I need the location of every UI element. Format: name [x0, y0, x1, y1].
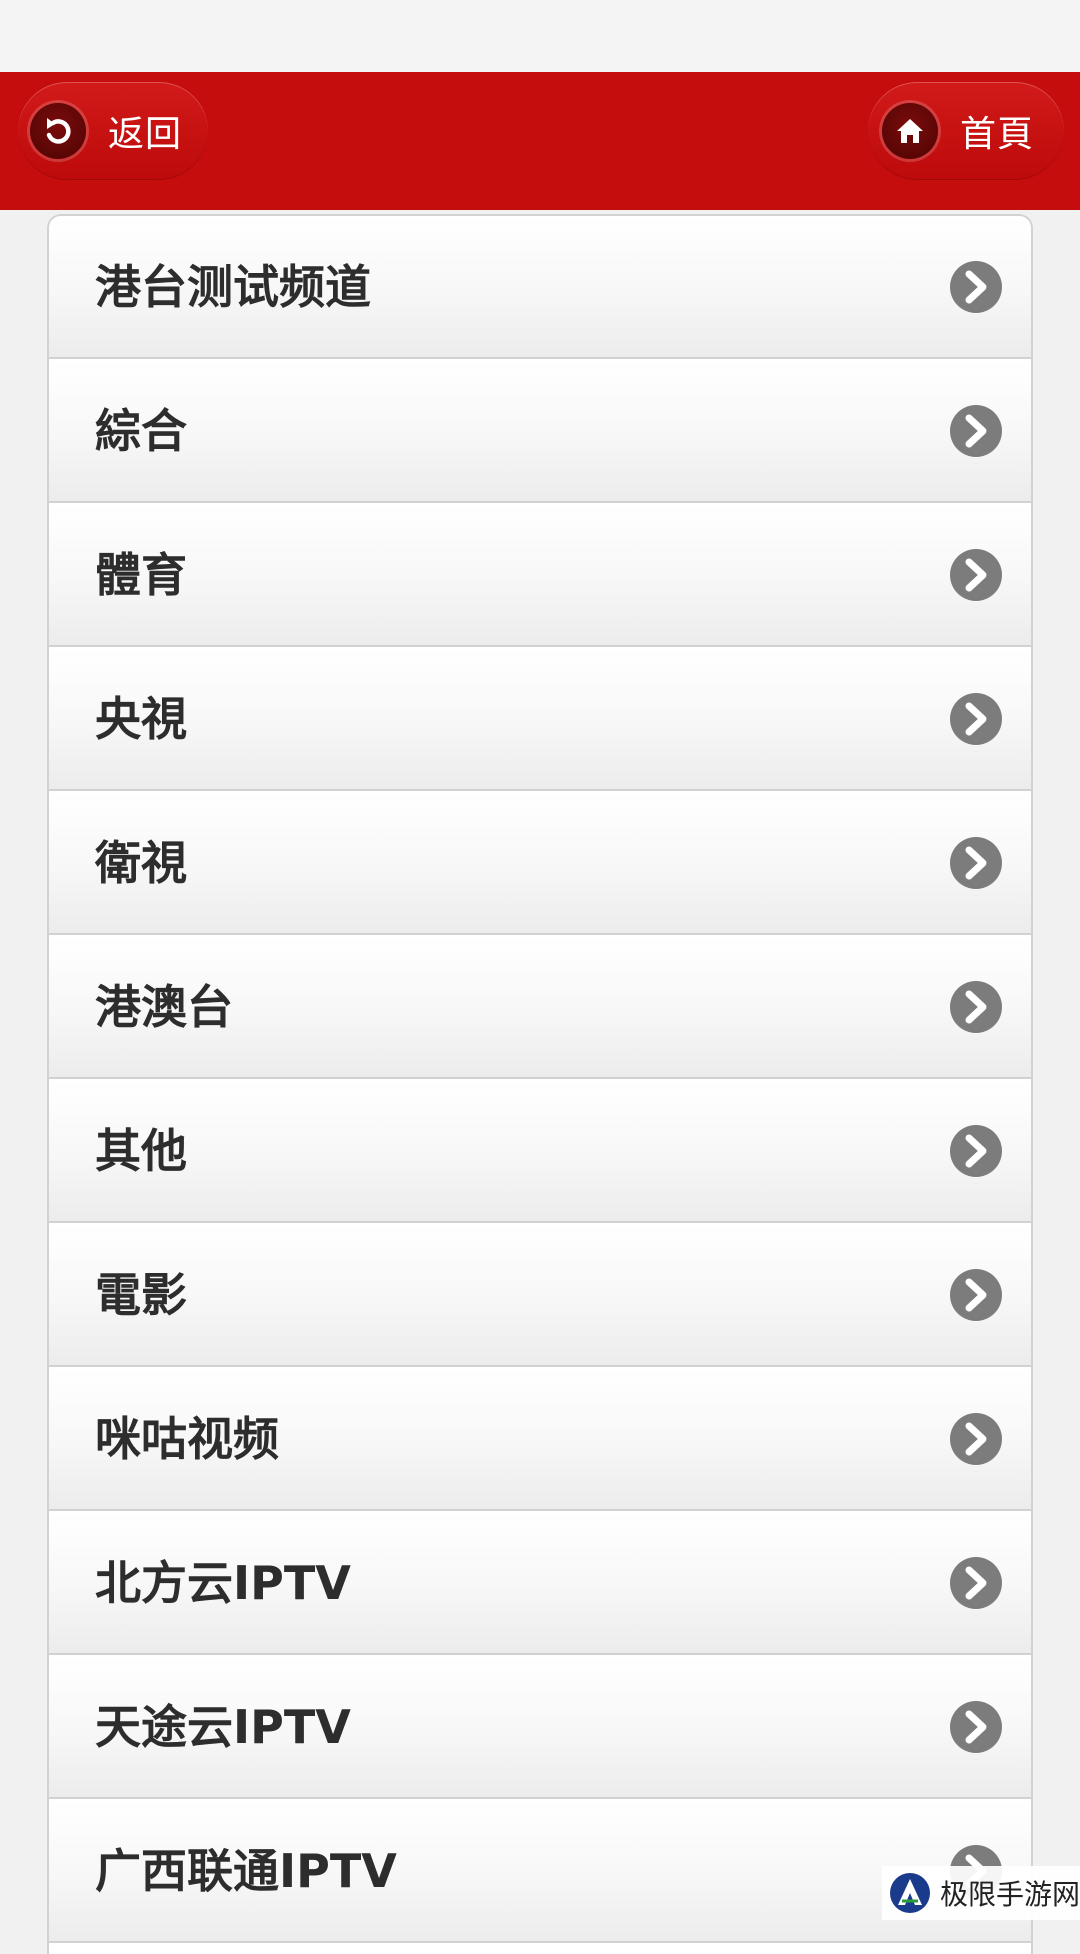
- list-item-label: 广西联通IPTV: [95, 1844, 397, 1898]
- chevron-right-icon: [949, 1412, 1003, 1466]
- chevron-right-icon: [949, 548, 1003, 602]
- list-item[interactable]: 綜合: [49, 360, 1031, 503]
- chevron-right-icon: [949, 1700, 1003, 1754]
- list-item-label: 其他: [95, 1124, 187, 1178]
- list-item[interactable]: 北方云IPTV: [49, 1512, 1031, 1655]
- chevron-right-icon: [949, 1124, 1003, 1178]
- list-item-label: 衛視: [95, 836, 187, 890]
- list-item[interactable]: 港澳台: [49, 936, 1031, 1079]
- list-item[interactable]: 港台测试频道: [49, 216, 1031, 359]
- list-item-label: 天途云IPTV: [95, 1700, 351, 1754]
- chevron-right-icon: [949, 980, 1003, 1034]
- list-item-label: 港澳台: [95, 980, 233, 1034]
- back-button[interactable]: 返回: [18, 82, 208, 180]
- chevron-right-icon: [949, 1556, 1003, 1610]
- list-item[interactable]: 其他: [49, 1080, 1031, 1223]
- list-item-label: 體育: [95, 548, 187, 602]
- list-item[interactable]: 體育: [49, 504, 1031, 647]
- chevron-right-icon: [949, 404, 1003, 458]
- watermark-logo-icon: [888, 1871, 932, 1915]
- list-item[interactable]: 咪咕视频: [49, 1368, 1031, 1511]
- list-item-label: 北方云IPTV: [95, 1556, 351, 1610]
- header-bar: 返回 首頁: [0, 72, 1080, 210]
- list-item-label: 央視: [95, 692, 187, 746]
- chevron-right-icon: [949, 692, 1003, 746]
- list-item-label: 咪咕视频: [95, 1412, 279, 1466]
- status-area: [0, 0, 1080, 72]
- list-item-label: 綜合: [95, 404, 187, 458]
- list-item[interactable]: 央視: [49, 648, 1031, 791]
- home-label: 首頁: [960, 114, 1035, 155]
- chevron-right-icon: [949, 260, 1003, 314]
- channel-list: 港台测试频道 綜合體育央視衛視港澳台其他電影咪咕视频北方云IPTV 天途云IPTV 广…: [47, 214, 1033, 1954]
- watermark: 极限手游网: [882, 1866, 1080, 1920]
- chevron-right-icon: [949, 836, 1003, 890]
- back-label: 返回: [108, 114, 183, 155]
- list-item[interactable]: 天途云IPTV: [49, 1656, 1031, 1799]
- list-item[interactable]: 電影: [49, 1224, 1031, 1367]
- list-item[interactable]: 衛視: [49, 792, 1031, 935]
- back-arrow-icon: [30, 103, 86, 159]
- watermark-text: 极限手游网: [940, 1878, 1080, 1911]
- chevron-right-icon: [949, 1268, 1003, 1322]
- list-item-label: 港台测试频道: [95, 260, 371, 314]
- home-button[interactable]: 首頁: [868, 82, 1064, 180]
- list-item-label: 電影: [95, 1268, 187, 1322]
- home-icon: [882, 103, 938, 159]
